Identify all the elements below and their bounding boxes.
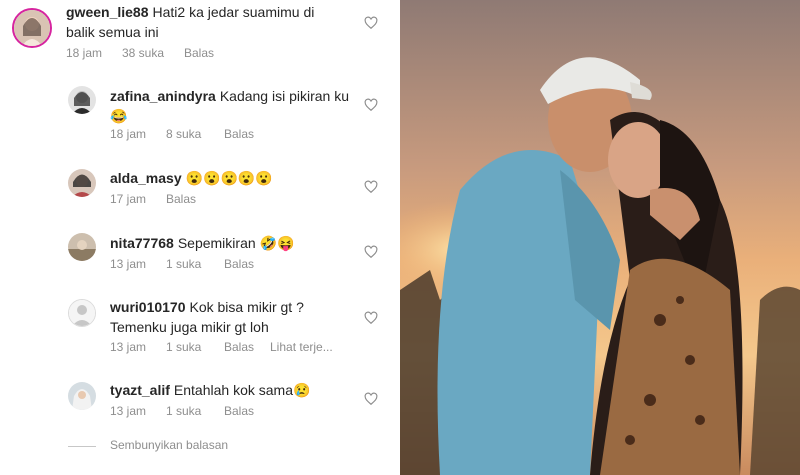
comment-body: Kadang isi pikiran ku [219, 88, 350, 104]
comment-body-2: balik semua ini [66, 24, 159, 40]
comment-body: Hati2 ka jedar suamimu di [152, 4, 315, 20]
comment-text: nita77768 Sepemikiran 🤣😝 [110, 233, 360, 253]
comment-username[interactable]: zafina_anindyra [110, 88, 216, 104]
comment-body-2: 😂 [110, 108, 128, 124]
photo-illustration [400, 0, 800, 475]
replies-divider [68, 446, 96, 447]
comment-time: 18 jam [110, 127, 147, 141]
comment-time: 13 jam [110, 340, 147, 354]
comment-meta: 18 jam 8 suka Balas [110, 127, 254, 141]
avatar[interactable] [12, 8, 52, 48]
avatar[interactable] [68, 299, 96, 327]
heart-icon[interactable] [364, 180, 378, 194]
heart-icon[interactable] [364, 98, 378, 112]
avatar[interactable] [68, 382, 96, 410]
heart-icon[interactable] [364, 311, 378, 325]
comment-username[interactable]: gween_lie88 [66, 4, 149, 20]
comment-meta: 17 jam Balas [110, 192, 196, 206]
reply-button[interactable]: Balas [224, 257, 254, 271]
comment-text: alda_masy 😮😮😮😮😮 [110, 168, 360, 188]
couple-photo [400, 0, 800, 475]
comment-text: zafina_anindyra Kadang isi pikiran ku 😂 [110, 86, 360, 126]
reply-button[interactable]: Balas [224, 404, 254, 418]
comment-username[interactable]: tyazt_alif [110, 382, 170, 398]
comment-meta: 13 jam 1 suka Balas [110, 257, 254, 271]
comment-text: gween_lie88 Hati2 ka jedar suamimu di bal… [66, 2, 356, 42]
comment-time: 18 jam [66, 46, 103, 60]
avatar[interactable] [68, 169, 96, 197]
comment-body: Sepemikiran 🤣😝 [177, 235, 295, 251]
comment-meta: 18 jam 38 suka Balas [66, 46, 214, 60]
comment-likes[interactable]: 1 suka [166, 340, 224, 354]
heart-icon[interactable] [364, 16, 378, 30]
comment-body: 😮😮😮😮😮 [185, 170, 273, 186]
comment-body: Entahlah kok sama😢 [173, 382, 311, 398]
comment-meta: 13 jam 1 suka Balas Lihat terje... [110, 340, 333, 354]
comment-body: Kok bisa mikir gt ? [189, 299, 304, 315]
avatar[interactable] [68, 233, 96, 261]
comment-body-2: Temenku juga mikir gt loh [110, 319, 269, 335]
comment-username[interactable]: nita77768 [110, 235, 174, 251]
comment-likes[interactable]: 1 suka [166, 257, 224, 271]
comments-panel: gween_lie88 Hati2 ka jedar suamimu di bal… [0, 0, 400, 475]
see-translation-link[interactable]: Lihat terje... [270, 340, 333, 354]
avatar[interactable] [68, 86, 96, 114]
heart-icon[interactable] [364, 245, 378, 259]
reply-button[interactable]: Balas [166, 192, 196, 206]
comment-time: 13 jam [110, 404, 147, 418]
reply-button[interactable]: Balas [224, 127, 254, 141]
reply-button[interactable]: Balas [184, 46, 214, 60]
comment-username[interactable]: alda_masy [110, 170, 182, 186]
hide-replies-button[interactable]: Sembunyikan balasan [110, 438, 228, 452]
comment-text: tyazt_alif Entahlah kok sama😢 [110, 380, 360, 400]
comment-likes[interactable]: 8 suka [166, 127, 224, 141]
comment-time: 13 jam [110, 257, 147, 271]
reply-button[interactable]: Balas [224, 340, 270, 354]
comment-username[interactable]: wuri010170 [110, 299, 186, 315]
heart-icon[interactable] [364, 392, 378, 406]
comment-meta: 13 jam 1 suka Balas [110, 404, 254, 418]
comment-text: wuri010170 Kok bisa mikir gt ? Temenku ju… [110, 297, 360, 337]
comment-likes[interactable]: 1 suka [166, 404, 224, 418]
comment-likes[interactable]: 38 suka [122, 46, 184, 60]
comment-time: 17 jam [110, 192, 147, 206]
